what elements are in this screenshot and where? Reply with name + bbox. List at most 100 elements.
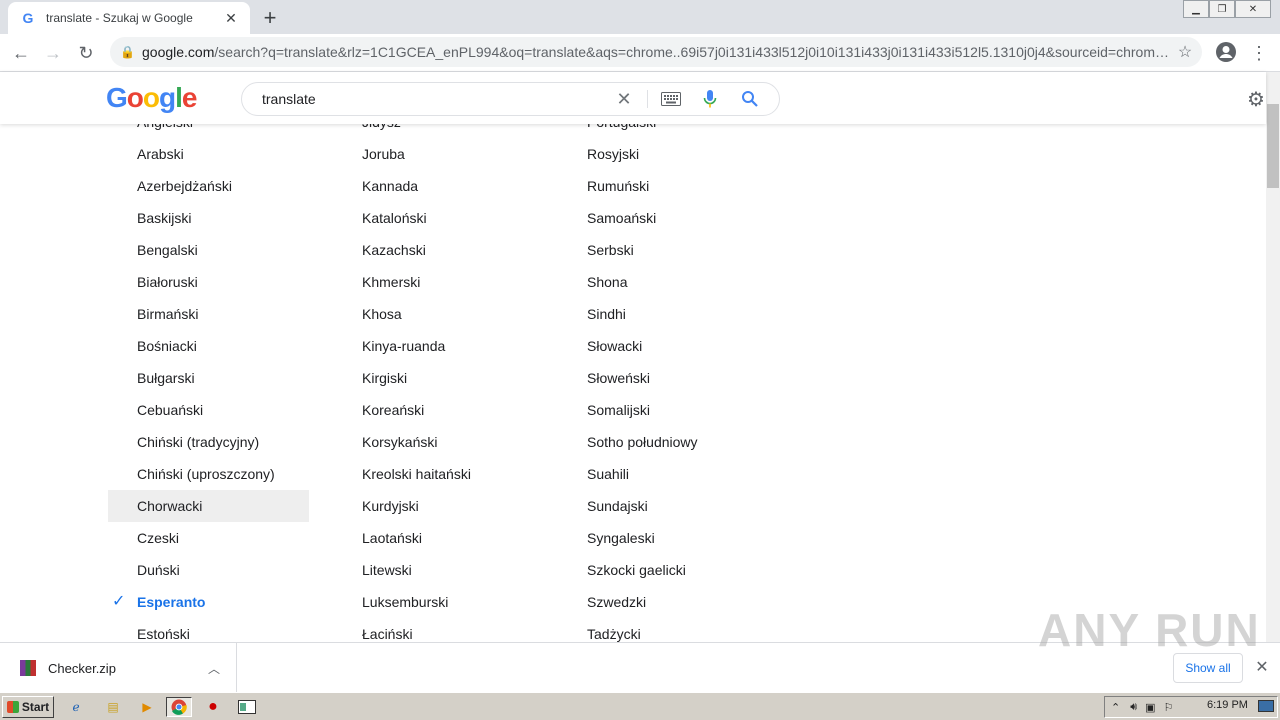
reload-icon[interactable]: ↻ <box>73 40 99 66</box>
internet-explorer-icon[interactable]: ℯ <box>63 697 89 717</box>
language-item[interactable]: Słoweński <box>558 362 784 394</box>
language-item[interactable]: Kirgiski <box>333 362 559 394</box>
tray-arrow-icon[interactable]: ⌃ <box>1111 701 1120 714</box>
language-item[interactable]: Sotho południowy <box>558 426 784 458</box>
language-label: Portugalski <box>587 124 656 130</box>
language-item[interactable]: Białoruski <box>108 266 309 298</box>
anyrun-watermark: ANY RUN <box>1038 604 1261 656</box>
language-item[interactable]: Duński <box>108 554 309 586</box>
language-label: Kirgiski <box>362 370 408 386</box>
back-arrow-icon[interactable]: ← <box>8 40 34 66</box>
chevron-up-icon[interactable]: ︿ <box>208 660 220 677</box>
language-label: Litewski <box>362 562 412 578</box>
language-item[interactable]: Kinya-ruanda <box>333 330 559 362</box>
language-item[interactable]: Litewski <box>333 554 559 586</box>
volume-icon[interactable]: 🔊︎ <box>1130 701 1137 714</box>
restore-icon[interactable]: ❐ <box>1209 0 1235 18</box>
language-item[interactable]: Kreolski haitański <box>333 458 559 490</box>
language-item[interactable]: Laotański <box>333 522 559 554</box>
google-logo[interactable]: Google <box>106 82 197 114</box>
window-close-icon[interactable]: ✕ <box>1235 0 1271 18</box>
language-item[interactable]: Tadżycki <box>558 618 784 642</box>
language-item[interactable]: Chiński (tradycyjny) <box>108 426 309 458</box>
network-icon[interactable]: ▣ <box>1145 701 1155 714</box>
language-label: Luksemburski <box>362 594 449 610</box>
microphone-icon[interactable] <box>698 87 722 111</box>
language-item[interactable]: Birmański <box>108 298 309 330</box>
bookmark-star-icon[interactable]: ☆ <box>1174 42 1196 62</box>
keyboard-icon[interactable] <box>659 87 683 111</box>
language-item[interactable]: Szwedzki <box>558 586 784 618</box>
scrollbar-thumb[interactable] <box>1267 104 1279 188</box>
language-item[interactable]: Chiński (uproszczony) <box>108 458 309 490</box>
language-item[interactable]: Kazachski <box>333 234 559 266</box>
language-column-3: Portugalski Rosyjski Rumuński Samoański Serb… <box>558 124 784 642</box>
profile-avatar-icon[interactable] <box>1213 39 1239 65</box>
language-item[interactable]: Kurdyjski <box>333 490 559 522</box>
language-item[interactable]: Sundajski <box>558 490 784 522</box>
language-item[interactable]: Estoński <box>108 618 309 642</box>
chrome-icon[interactable] <box>166 697 192 717</box>
show-desktop-icon[interactable] <box>1258 700 1274 712</box>
window-app-icon[interactable] <box>234 697 260 717</box>
language-item[interactable]: Łaciński <box>333 618 559 642</box>
language-item[interactable]: Bośniacki <box>108 330 309 362</box>
language-item[interactable]: Samoański <box>558 202 784 234</box>
language-item[interactable]: Sindhi <box>558 298 784 330</box>
search-icon[interactable] <box>738 87 762 111</box>
language-label: Somalijski <box>587 402 651 418</box>
language-item[interactable]: Khosa <box>333 298 559 330</box>
tab-close-icon[interactable]: ✕ <box>222 9 240 27</box>
language-item[interactable]: Kannada <box>333 170 559 202</box>
address-bar[interactable]: 🔒 google.com/search?q=translate&rlz=1C1G… <box>110 37 1202 67</box>
vertical-scrollbar[interactable] <box>1266 72 1280 642</box>
language-item[interactable]: Luksemburski <box>333 586 559 618</box>
download-item[interactable]: Checker.zip ︿ <box>0 643 237 693</box>
minimize-icon[interactable]: ▁ <box>1183 0 1209 18</box>
language-item[interactable]: Jidysz <box>333 124 559 138</box>
language-label: Baskijski <box>137 210 192 226</box>
folder-icon[interactable]: ▤ <box>100 697 126 717</box>
new-tab-button[interactable]: + <box>258 5 282 30</box>
language-item[interactable]: Bengalski <box>108 234 309 266</box>
tab-active[interactable]: G translate - Szukaj w Google ✕ <box>8 2 250 34</box>
language-item[interactable]: Bułgarski <box>108 362 309 394</box>
language-item[interactable]: Rosyjski <box>558 138 784 170</box>
language-item[interactable]: Baskijski <box>108 202 309 234</box>
language-item[interactable]: Serbski <box>558 234 784 266</box>
language-item[interactable]: Koreański <box>333 394 559 426</box>
language-item[interactable]: Somalijski <box>558 394 784 426</box>
language-item[interactable]: Shona <box>558 266 784 298</box>
flag-icon[interactable]: ⚐ <box>1164 701 1174 714</box>
language-item[interactable]: Portugalski <box>558 124 784 138</box>
search-input[interactable] <box>260 90 604 108</box>
language-item[interactable]: Korsykański <box>333 426 559 458</box>
language-item[interactable]: Khmerski <box>333 266 559 298</box>
media-player-icon[interactable]: ▶ <box>134 697 160 717</box>
language-item[interactable]: Cebuański <box>108 394 309 426</box>
language-item[interactable]: Arabski <box>108 138 309 170</box>
language-item[interactable]: Syngaleski <box>558 522 784 554</box>
language-item[interactable]: Joruba <box>333 138 559 170</box>
language-item[interactable]: Słowacki <box>558 330 784 362</box>
language-item[interactable]: Szkocki gaelicki <box>558 554 784 586</box>
language-item[interactable]: ✓ Esperanto <box>108 586 309 618</box>
language-item[interactable]: Kataloński <box>333 202 559 234</box>
language-column-2: Jidysz Joruba Kannada Kataloński Kazachski Kh… <box>333 124 559 642</box>
clear-search-icon[interactable]: ✕ <box>612 87 636 111</box>
language-item[interactable]: Rumuński <box>558 170 784 202</box>
download-bar-close-icon[interactable]: ✕ <box>1252 657 1272 677</box>
language-item[interactable]: Angielski <box>108 124 309 138</box>
settings-gear-icon[interactable]: ⚙ <box>1245 88 1267 111</box>
browser-menu-icon[interactable]: ⋮ <box>1246 40 1272 66</box>
language-item[interactable]: Azerbejdżański <box>108 170 309 202</box>
url-text: google.com/search?q=translate&rlz=1C1GCE… <box>142 44 1169 60</box>
language-item[interactable]: Chorwacki <box>108 490 309 522</box>
language-item[interactable]: Czeski <box>108 522 309 554</box>
taskbar: Start ℯ ▤ ▶ ● ⌃ 🔊︎ ▣ ⚐ 6:19 PM <box>0 692 1280 720</box>
show-all-button[interactable]: Show all <box>1173 653 1243 683</box>
opera-icon[interactable]: ● <box>200 697 226 717</box>
language-item[interactable]: Suahili <box>558 458 784 490</box>
start-button[interactable]: Start <box>2 696 54 718</box>
forward-arrow-icon[interactable]: → <box>40 40 66 66</box>
